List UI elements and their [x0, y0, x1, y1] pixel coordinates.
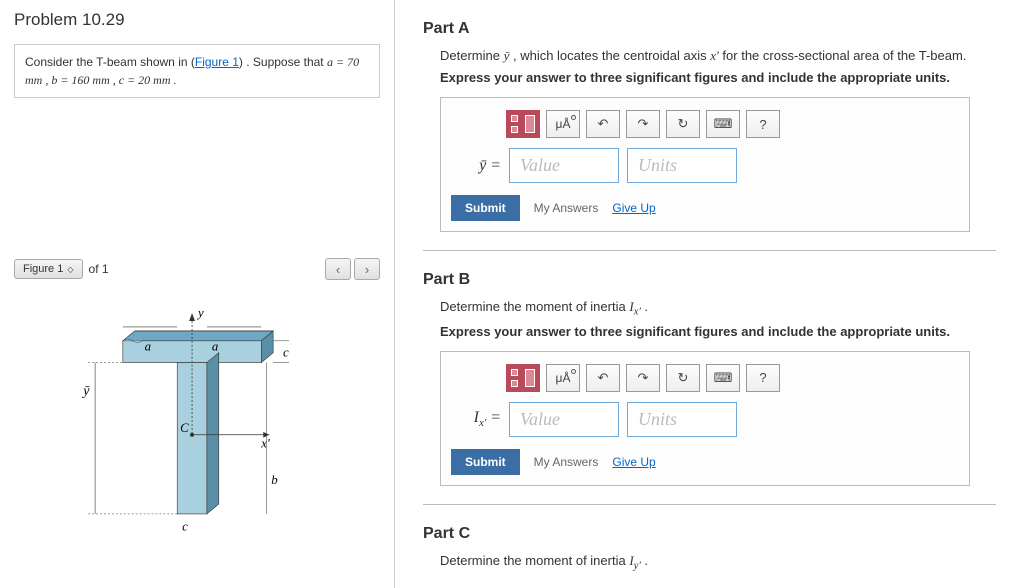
figure-select-label: Figure 1	[23, 263, 63, 275]
figure-link[interactable]: Figure 1	[195, 55, 239, 69]
centroid-label: C	[180, 421, 189, 435]
dim-a-left: a	[145, 340, 151, 354]
dim-b: b	[271, 473, 278, 487]
part-b-toolbar: μÅ ↶ ↷ ↻ ⌨ ?	[506, 364, 959, 392]
figure-select[interactable]: Figure 1 ◇	[14, 259, 83, 279]
problem-text-pre: Consider the T-beam shown in (	[25, 55, 195, 69]
figure-area: C x' y a a c b	[14, 290, 380, 540]
template-icon[interactable]	[506, 110, 540, 138]
part-a-answer-box: μÅ ↶ ↷ ↻ ⌨ ? ȳ = Value Units Submit My A…	[440, 97, 970, 232]
part-b-button-row: Submit My Answers Give Up	[451, 449, 959, 475]
figure-next-button[interactable]: ›	[354, 258, 380, 280]
dropdown-icon: ◇	[67, 265, 73, 274]
units-button[interactable]: μÅ	[546, 364, 580, 392]
part-b-lhs: Ix' =	[461, 409, 501, 429]
dim-a-right: a	[212, 340, 218, 354]
part-b-equation-row: Ix' = Value Units	[461, 402, 959, 437]
part-a-prompt: Determine ȳ , which locates the centroid…	[440, 48, 1014, 64]
part-b-title: Part B	[423, 271, 1014, 289]
chevron-left-icon: ‹	[336, 262, 340, 277]
keyboard-icon: ⌨	[714, 116, 733, 132]
part-a-button-row: Submit My Answers Give Up	[451, 195, 959, 221]
reset-button[interactable]: ↻	[666, 110, 700, 138]
dim-c-bottom: c	[182, 520, 188, 534]
dim-c-top: c	[283, 346, 289, 360]
part-a-lhs: ȳ =	[461, 157, 501, 175]
part-a-value-input[interactable]: Value	[509, 148, 619, 183]
keyboard-button[interactable]: ⌨	[706, 110, 740, 138]
part-b-submit-button[interactable]: Submit	[451, 449, 520, 475]
figure-of-label: of 1	[89, 262, 109, 276]
part-a-toolbar: μÅ ↶ ↷ ↻ ⌨ ?	[506, 110, 959, 138]
part-a-instruct: Express your answer to three significant…	[440, 70, 1014, 85]
part-a-title: Part A	[423, 20, 1014, 38]
part-c-prompt: Determine the moment of inertia Iy' .	[440, 553, 1014, 572]
part-b-answer-box: μÅ ↶ ↷ ↻ ⌨ ? Ix' = Value Units Submit My…	[440, 351, 970, 486]
chevron-right-icon: ›	[365, 262, 369, 277]
redo-button[interactable]: ↷	[626, 364, 660, 392]
part-a-units-input[interactable]: Units	[627, 148, 737, 183]
template-icon[interactable]	[506, 364, 540, 392]
y-axis-label: y	[196, 306, 204, 320]
divider	[423, 504, 996, 505]
tbeam-diagram: C x' y a a c b	[14, 290, 380, 540]
figure-bar: Figure 1 ◇ of 1 ‹ ›	[14, 258, 380, 280]
problem-title: Problem 10.29	[0, 0, 394, 44]
undo-button[interactable]: ↶	[586, 110, 620, 138]
figure-prev-button[interactable]: ‹	[325, 258, 351, 280]
part-a-equation-row: ȳ = Value Units	[461, 148, 959, 183]
help-button[interactable]: ?	[746, 364, 780, 392]
part-b-prompt: Determine the moment of inertia Ix' .	[440, 299, 1014, 318]
part-b-give-up[interactable]: Give Up	[612, 455, 655, 469]
part-c-title: Part C	[423, 525, 1014, 543]
dim-ybar: ȳ	[81, 383, 90, 398]
keyboard-icon: ⌨	[714, 370, 733, 386]
undo-button[interactable]: ↶	[586, 364, 620, 392]
problem-description: Consider the T-beam shown in (Figure 1) …	[14, 44, 380, 98]
redo-button[interactable]: ↷	[626, 110, 660, 138]
part-b-content: Determine the moment of inertia Ix' . Ex…	[440, 299, 1014, 486]
divider	[423, 250, 996, 251]
part-c-content: Determine the moment of inertia Iy' .	[440, 553, 1014, 572]
part-a-submit-button[interactable]: Submit	[451, 195, 520, 221]
x-axis-label: x'	[260, 437, 270, 451]
left-panel: Problem 10.29 Consider the T-beam shown …	[0, 0, 395, 588]
part-b-instruct: Express your answer to three significant…	[440, 324, 1014, 339]
problem-text-post: ) . Suppose that	[239, 55, 327, 69]
part-b-units-input[interactable]: Units	[627, 402, 737, 437]
help-button[interactable]: ?	[746, 110, 780, 138]
part-a-give-up[interactable]: Give Up	[612, 201, 655, 215]
part-b-value-input[interactable]: Value	[509, 402, 619, 437]
units-button[interactable]: μÅ	[546, 110, 580, 138]
reset-button[interactable]: ↻	[666, 364, 700, 392]
right-panel: Part A Determine ȳ , which locates the c…	[395, 0, 1024, 588]
keyboard-button[interactable]: ⌨	[706, 364, 740, 392]
part-b-my-answers[interactable]: My Answers	[534, 455, 599, 469]
part-a-my-answers[interactable]: My Answers	[534, 201, 599, 215]
part-a-content: Determine ȳ , which locates the centroid…	[440, 48, 1014, 232]
